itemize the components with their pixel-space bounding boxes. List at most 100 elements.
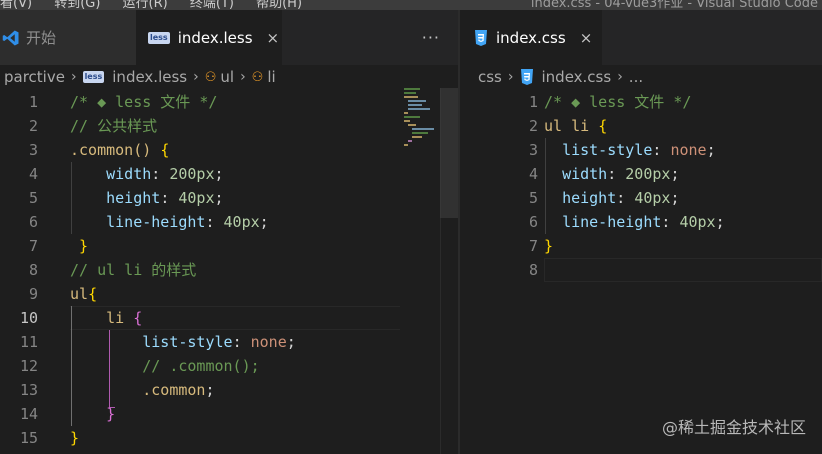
- line-number: 12: [19, 357, 38, 375]
- code-line[interactable]: 15}: [0, 426, 458, 450]
- code-line[interactable]: 2 // 公共样式: [0, 114, 458, 138]
- code-token: .common(): [70, 141, 161, 159]
- line-number: 7: [528, 237, 538, 255]
- code-token: ;: [670, 189, 680, 207]
- symbol-structure-icon: ⚇: [204, 69, 217, 85]
- line-number: 4: [528, 165, 538, 183]
- code-text: li {: [70, 306, 142, 330]
- tab-index-css[interactable]: index.css ×: [460, 10, 602, 65]
- code-token: ul li: [544, 117, 599, 135]
- breadcrumb-symbol-li[interactable]: li: [267, 68, 275, 86]
- line-number: 6: [528, 213, 538, 231]
- code-token: li: [106, 309, 134, 327]
- close-icon[interactable]: ×: [580, 29, 593, 47]
- code-token: :: [151, 165, 170, 183]
- tab-index-less[interactable]: less index.less ×: [136, 10, 282, 65]
- left-editor-group: 开始 less index.less × ··· parctive › less…: [0, 10, 458, 454]
- code-text: /* ◆ less 文件 */: [544, 90, 691, 114]
- code-text: }: [70, 426, 79, 450]
- line-number: 13: [19, 381, 38, 399]
- code-token: {: [88, 285, 98, 303]
- breadcrumb-file[interactable]: index.css: [542, 68, 612, 86]
- code-line[interactable]: 8 // ul li 的样式: [0, 258, 458, 282]
- code-token: }: [106, 405, 116, 423]
- code-line[interactable]: 5 height: 40px;: [460, 186, 822, 210]
- breadcrumb-symbol-ul[interactable]: ul: [220, 68, 234, 86]
- code-text: height: 40px;: [544, 186, 679, 210]
- code-line[interactable]: 6 line-height: 40px;: [0, 210, 458, 234]
- code-text: .common;: [70, 378, 214, 402]
- code-token: // 公共样式: [70, 117, 158, 135]
- code-line[interactable]: 4 width: 200px;: [460, 162, 822, 186]
- code-line[interactable]: 13 .common;: [0, 378, 458, 402]
- watermark: @稀土掘金技术社区: [661, 418, 806, 437]
- code-line[interactable]: 7 }: [0, 234, 458, 258]
- code-text: list-style: none;: [70, 330, 296, 354]
- code-line[interactable]: 9 ul{: [0, 282, 458, 306]
- code-line[interactable]: 3 list-style: none;: [460, 138, 822, 162]
- code-line[interactable]: 12 // .common();: [0, 354, 458, 378]
- close-icon[interactable]: ×: [267, 29, 280, 47]
- left-code-editor[interactable]: 1/* ◆ less 文件 */2// 公共样式 3 .common() {4 wi…: [0, 90, 458, 454]
- code-line[interactable]: 1 /* ◆ less 文件 */: [460, 90, 822, 114]
- code-line[interactable]: 6 line-height: 40px;: [460, 210, 822, 234]
- code-line[interactable]: 14 }: [0, 402, 458, 426]
- code-token: width: [562, 165, 608, 183]
- code-token: 200px: [625, 165, 671, 183]
- code-token: 40px: [679, 213, 716, 231]
- breadcrumb-folder[interactable]: parctive: [4, 68, 65, 86]
- code-token: // .common();: [142, 357, 260, 375]
- code-token: /* ◆ less 文件 */: [544, 93, 692, 111]
- line-number: 10: [19, 309, 38, 327]
- scrollbar-thumb[interactable]: [440, 88, 458, 218]
- line-number: 2: [528, 117, 538, 135]
- code-line[interactable]: 2 ul li {: [460, 114, 822, 138]
- code-token: list-style: [142, 333, 233, 351]
- code-line[interactable]: 10 li {: [0, 306, 458, 330]
- vscode-icon: [2, 30, 19, 45]
- code-text: list-style: none;: [544, 138, 716, 162]
- code-token: none: [670, 141, 707, 159]
- more-actions-icon[interactable]: ···: [422, 28, 440, 47]
- code-token: :: [232, 333, 251, 351]
- code-line[interactable]: 3 .common() {: [0, 138, 458, 162]
- code-token: none: [250, 333, 287, 351]
- code-text: }: [544, 234, 553, 258]
- code-line[interactable]: 8: [460, 258, 822, 282]
- code-line[interactable]: 1 /* ◆ less 文件 */: [0, 90, 458, 114]
- tab-index-css-label: index.css: [496, 28, 566, 47]
- line-number: 3: [528, 141, 538, 159]
- breadcrumb: css › index.css › ...: [460, 65, 822, 89]
- minimap[interactable]: [404, 88, 440, 158]
- line-number: 3: [28, 141, 38, 159]
- code-token: // ul li 的样式: [70, 261, 197, 279]
- code-token: }: [70, 429, 80, 447]
- breadcrumb-file[interactable]: index.less: [112, 68, 187, 86]
- code-token: ;: [286, 333, 296, 351]
- code-line[interactable]: 4 width: 200px;: [0, 162, 458, 186]
- code-token: :: [205, 213, 224, 231]
- code-token: :: [607, 165, 626, 183]
- code-token: ;: [214, 165, 224, 183]
- code-line[interactable]: 5 height: 40px;: [0, 186, 458, 210]
- breadcrumb-symbols[interactable]: ...: [629, 68, 643, 86]
- tab-welcome[interactable]: 开始: [0, 10, 136, 65]
- line-number: 15: [19, 429, 38, 447]
- code-text: width: 200px;: [544, 162, 679, 186]
- code-line[interactable]: 7}: [460, 234, 822, 258]
- code-token: }: [544, 237, 554, 255]
- code-token: list-style: [562, 141, 653, 159]
- code-line[interactable]: 11 list-style: none;: [0, 330, 458, 354]
- breadcrumb-folder[interactable]: css: [478, 68, 502, 86]
- code-token: line-height: [106, 213, 206, 231]
- line-number: 9: [28, 285, 38, 303]
- chevron-right-icon: ›: [70, 69, 77, 85]
- code-token: 40px: [223, 213, 260, 231]
- right-code-editor[interactable]: 1/* ◆ less 文件 */2 ul li {3 list-style: no…: [460, 90, 822, 454]
